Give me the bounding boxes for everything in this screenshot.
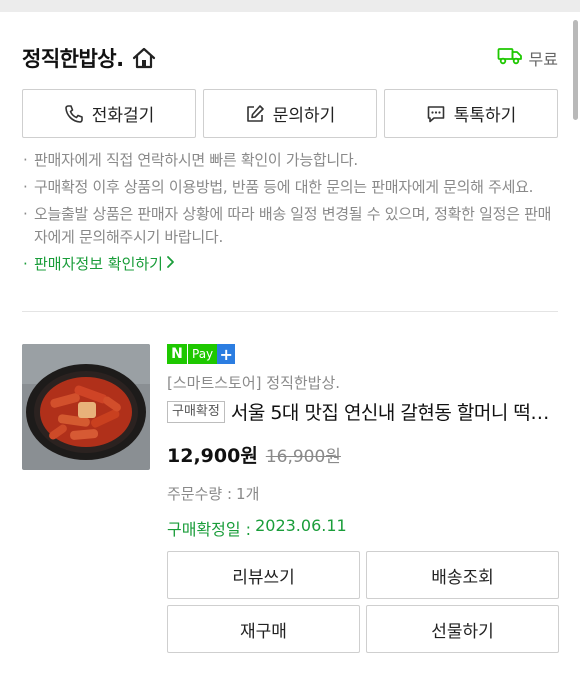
shop-title[interactable]: 정직한밥상. <box>22 43 156 73</box>
product-title[interactable]: 서울 5대 맛집 연신내 갈현동 할머니 떡볶이 <box>231 398 562 425</box>
original-price: 16,900원 <box>265 447 341 467</box>
quantity-label: 주문수량 : <box>167 485 233 503</box>
call-button[interactable]: 전화걸기 <box>22 89 196 138</box>
confirm-date-row: 구매확정일 : 2023.06.11 <box>167 516 562 540</box>
notice-item: 구매확정 이후 상품의 이용방법, 반품 등에 대한 문의는 판매자에게 문의해… <box>22 176 562 199</box>
npay-n: N <box>167 344 187 364</box>
chat-icon <box>426 104 446 124</box>
store-name[interactable]: [스마트스토어] 정직한밥상. <box>167 372 562 393</box>
shop-name[interactable]: 정직한밥상. <box>22 43 124 73</box>
phone-icon <box>64 104 84 124</box>
reorder-button[interactable]: 재구매 <box>167 605 360 653</box>
delivery-label: 무료 <box>528 50 558 69</box>
top-edge <box>0 0 580 12</box>
status-badge: 구매확정 <box>167 400 225 423</box>
notice-item: 판매자에게 직접 연락하시면 빠른 확인이 가능합니다. <box>22 149 562 172</box>
contact-buttons: 전화걸기 문의하기 톡톡하기 <box>22 89 558 138</box>
truck-icon <box>497 47 523 69</box>
talk-button[interactable]: 톡톡하기 <box>384 89 558 138</box>
delivery-info: 무료 <box>497 46 558 70</box>
npay-badge: N Pay + <box>167 344 562 364</box>
gift-button[interactable]: 선물하기 <box>366 605 559 653</box>
chevron-right-icon <box>166 253 175 276</box>
call-label: 전화걸기 <box>91 106 155 126</box>
track-delivery-button[interactable]: 배송조회 <box>366 551 559 599</box>
edit-icon <box>245 104 265 124</box>
quantity-value: 1개 <box>236 485 260 503</box>
talk-label: 톡톡하기 <box>453 106 517 126</box>
npay-plus: + <box>217 344 236 364</box>
notice-list: 판매자에게 직접 연락하시면 빠른 확인이 가능합니다. 구매확정 이후 상품의… <box>22 149 562 276</box>
sale-price: 12,900원 <box>167 445 258 467</box>
notice-item: 오늘출발 상품은 판매자 상황에 따라 배송 일정 변경될 수 있으며, 정확한… <box>22 203 562 249</box>
confirm-date-value: 2023.06.11 <box>255 516 347 535</box>
scrollbar[interactable] <box>573 20 578 120</box>
product-thumbnail[interactable] <box>22 344 150 470</box>
inquiry-button[interactable]: 문의하기 <box>203 89 377 138</box>
inquiry-label: 문의하기 <box>272 106 336 126</box>
quantity-row: 주문수량 : 1개 <box>167 483 562 504</box>
product-title-row[interactable]: 구매확정 서울 5대 맛집 연신내 갈현동 할머니 떡볶이 <box>167 398 562 425</box>
section-divider <box>22 311 558 312</box>
shop-header: 정직한밥상. 무료 <box>22 40 558 76</box>
home-icon[interactable] <box>132 47 156 69</box>
price-row: 12,900원 16,900원 <box>167 441 562 468</box>
confirm-date-label: 구매확정일 : <box>167 520 252 539</box>
write-review-button[interactable]: 리뷰쓰기 <box>167 551 360 599</box>
seller-info-link[interactable]: 판매자정보 확인하기 <box>22 253 562 276</box>
order-actions: 리뷰쓰기 배송조회 재구매 선물하기 <box>167 551 559 654</box>
seller-info-label: 판매자정보 확인하기 <box>34 255 163 273</box>
order-info: N Pay + [스마트스토어] 정직한밥상. 구매확정 서울 5대 맛집 연신… <box>167 344 562 540</box>
npay-pay: Pay <box>187 344 218 364</box>
